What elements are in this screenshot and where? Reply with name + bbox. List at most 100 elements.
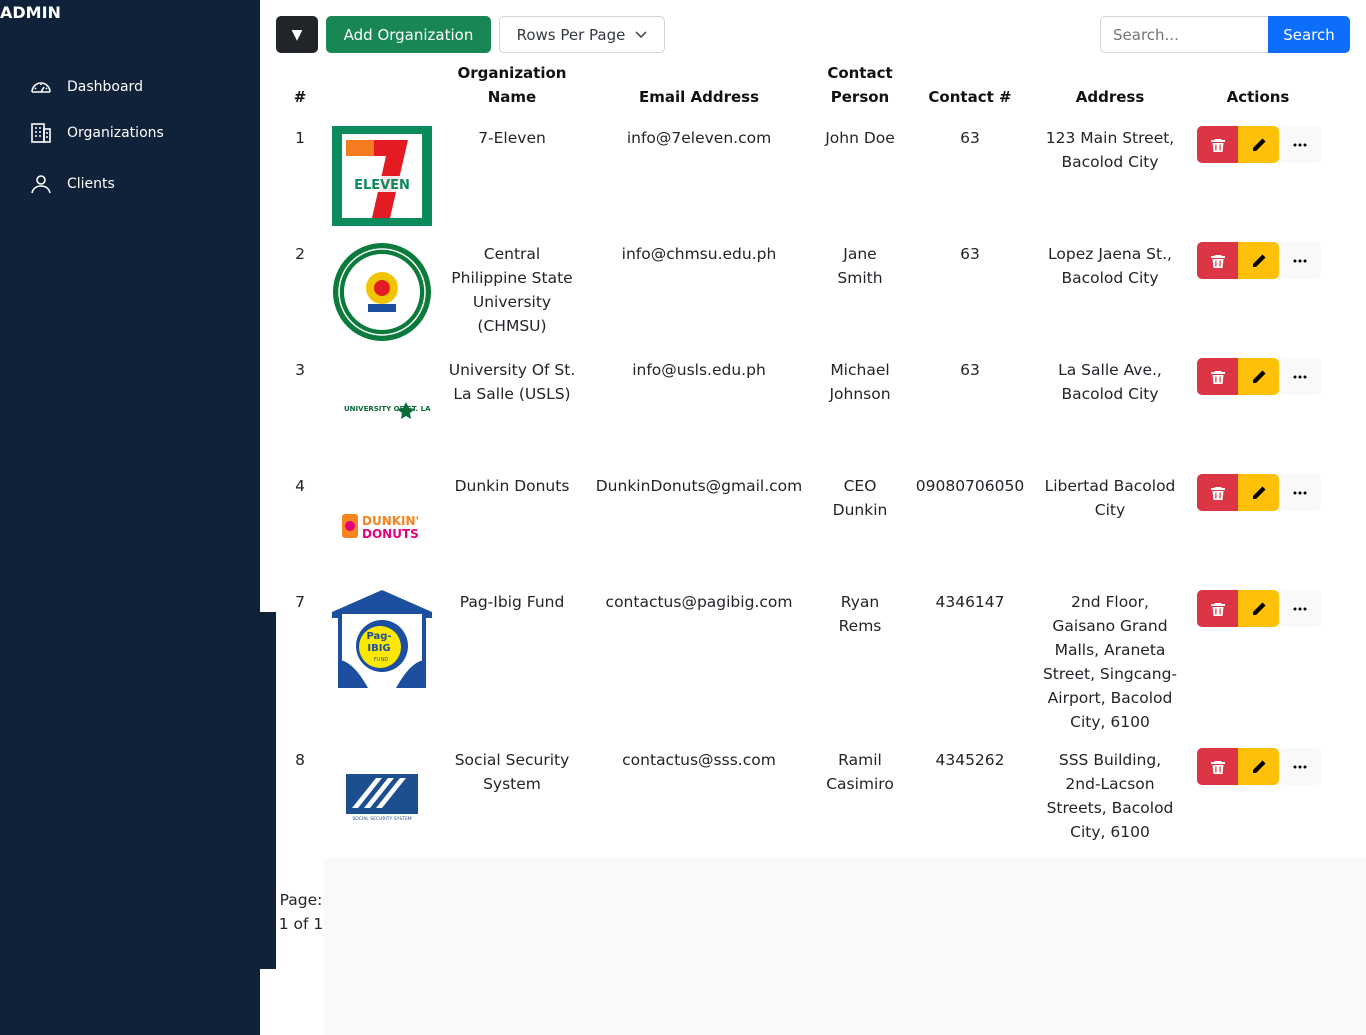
- search-input[interactable]: [1100, 16, 1268, 53]
- cell-contact: Ramil Casimiro: [805, 748, 915, 796]
- pencil-icon: [1252, 602, 1265, 615]
- edit-button[interactable]: [1238, 474, 1279, 511]
- cell-email-line: info@7eleven.com: [626, 129, 772, 147]
- delete-button[interactable]: [1197, 748, 1238, 785]
- cell-phone-line: 63: [960, 361, 980, 379]
- cell-name: University Of St. La Salle (USLS): [437, 358, 587, 406]
- delete-button[interactable]: [1197, 358, 1238, 395]
- cell-phone-line: 63: [960, 245, 980, 263]
- edit-button[interactable]: [1238, 358, 1279, 395]
- more-options-button[interactable]: [1279, 474, 1321, 511]
- trash-icon: [1210, 760, 1225, 774]
- cell-name-line: Philippine State: [451, 269, 573, 287]
- filter-toggle-button[interactable]: ▼: [276, 16, 318, 53]
- more-options-button[interactable]: [1279, 126, 1321, 163]
- col-header-index: #: [293, 88, 307, 106]
- cell-email: info@usls.edu.ph: [589, 358, 809, 382]
- col-header-contact: Contact Person: [805, 61, 915, 109]
- sidebar-item-organizations[interactable]: Organizations: [28, 120, 164, 146]
- cell-name-line: University: [472, 293, 552, 311]
- edit-button[interactable]: [1238, 126, 1279, 163]
- cell-address-line: Streets, Bacolod: [1046, 799, 1174, 817]
- more-options-button[interactable]: [1279, 358, 1321, 395]
- cell-address-line: Airport, Bacolod: [1047, 689, 1173, 707]
- cell-contact: Jane Smith: [805, 242, 915, 290]
- cell-contact-line: Johnson: [829, 385, 891, 403]
- cell-phone: 09080706050: [910, 474, 1030, 498]
- cell-index: 1: [295, 129, 305, 147]
- cell-address-line: Malls, Araneta: [1054, 641, 1166, 659]
- cell-contact-line: Rems: [838, 617, 882, 635]
- ellipsis-icon: [1293, 491, 1307, 494]
- svg-text:FUND: FUND: [374, 657, 388, 663]
- user-icon: [28, 171, 54, 197]
- col-header-contact-line1: Contact: [827, 64, 893, 82]
- cell-name: Social Security System: [437, 748, 587, 796]
- gauge-icon: [28, 74, 54, 100]
- sidebar-overflow: [260, 612, 276, 969]
- cell-name-line: Pag-Ibig Fund: [459, 593, 565, 611]
- ellipsis-icon: [1293, 259, 1307, 262]
- cell-index: 2: [295, 245, 305, 263]
- cell-name-line: System: [483, 775, 541, 793]
- cell-email: contactus@sss.com: [589, 748, 809, 772]
- cell-address-line: Bacolod City: [1061, 385, 1159, 403]
- cell-contact-line: Michael: [830, 361, 890, 379]
- pagination-label: Page:: [279, 891, 323, 909]
- sidebar-item-clients[interactable]: Clients: [28, 171, 115, 197]
- more-options-button[interactable]: [1279, 590, 1321, 627]
- cell-email-line: contactus@sss.com: [622, 751, 776, 769]
- cell-address-line: La Salle Ave.,: [1058, 361, 1162, 379]
- svg-text:DUNKIN': DUNKIN': [362, 514, 419, 528]
- table-panel: [276, 55, 1330, 858]
- pencil-icon: [1252, 254, 1265, 267]
- cell-index: 7: [295, 593, 305, 611]
- pencil-icon: [1252, 138, 1265, 151]
- delete-button[interactable]: [1197, 242, 1238, 279]
- cell-email-line: DunkinDonuts@gmail.com: [595, 477, 803, 495]
- cell-address-line: Bacolod City: [1061, 269, 1159, 287]
- edit-button[interactable]: [1238, 590, 1279, 627]
- ellipsis-icon: [1293, 143, 1307, 146]
- pencil-icon: [1252, 370, 1265, 383]
- col-header-contact-line2: Person: [830, 88, 890, 106]
- trash-icon: [1210, 254, 1225, 268]
- cell-phone: 63: [910, 358, 1030, 382]
- pagination-info: Page: 1 of 1: [278, 888, 324, 936]
- brand-title: ADMIN: [0, 3, 61, 22]
- edit-button[interactable]: [1238, 242, 1279, 279]
- cell-address: SSS Building, 2nd-Lacson Streets, Bacolod C…: [1035, 748, 1185, 844]
- cell-name-line: Social Security: [454, 751, 570, 769]
- building-icon: [28, 120, 54, 146]
- cell-phone: 4345262: [910, 748, 1030, 772]
- add-organization-button[interactable]: Add Organization: [326, 16, 491, 53]
- cell-address-line: Gaisano Grand: [1052, 617, 1168, 635]
- cell-email-line: info@chmsu.edu.ph: [621, 245, 777, 263]
- cell-index: 4: [295, 477, 305, 495]
- search-button[interactable]: Search: [1268, 16, 1350, 53]
- cell-name-line: Central: [483, 245, 541, 263]
- cell-name-line: 7-Eleven: [478, 129, 546, 147]
- cell-contact-line: CEO: [843, 477, 877, 495]
- rows-per-page-dropdown[interactable]: Rows Per Page: [499, 16, 665, 53]
- cell-address-line: Street, Singcang-: [1042, 665, 1178, 683]
- delete-button[interactable]: [1197, 474, 1238, 511]
- edit-button[interactable]: [1238, 748, 1279, 785]
- cell-address-line: City: [1094, 501, 1126, 519]
- more-options-button[interactable]: [1279, 748, 1321, 785]
- cell-address: 2nd Floor, Gaisano Grand Malls, Araneta Str…: [1035, 590, 1185, 734]
- delete-button[interactable]: [1197, 590, 1238, 627]
- cell-contact-line: Casimiro: [826, 775, 894, 793]
- seven-eleven-logo: ELEVEN: [332, 126, 432, 226]
- cell-address-line: Bacolod City: [1061, 153, 1159, 171]
- cell-contact: Ryan Rems: [805, 590, 915, 638]
- cell-contact-line: Jane: [843, 245, 877, 263]
- cell-contact-line: Dunkin: [832, 501, 888, 519]
- svg-text:ELEVEN: ELEVEN: [354, 178, 410, 193]
- cell-contact: CEO Dunkin: [805, 474, 915, 522]
- cell-phone-line: 09080706050: [915, 477, 1025, 495]
- cell-email: DunkinDonuts@gmail.com: [589, 474, 809, 498]
- more-options-button[interactable]: [1279, 242, 1321, 279]
- delete-button[interactable]: [1197, 126, 1238, 163]
- sidebar-item-dashboard[interactable]: Dashboard: [28, 74, 143, 100]
